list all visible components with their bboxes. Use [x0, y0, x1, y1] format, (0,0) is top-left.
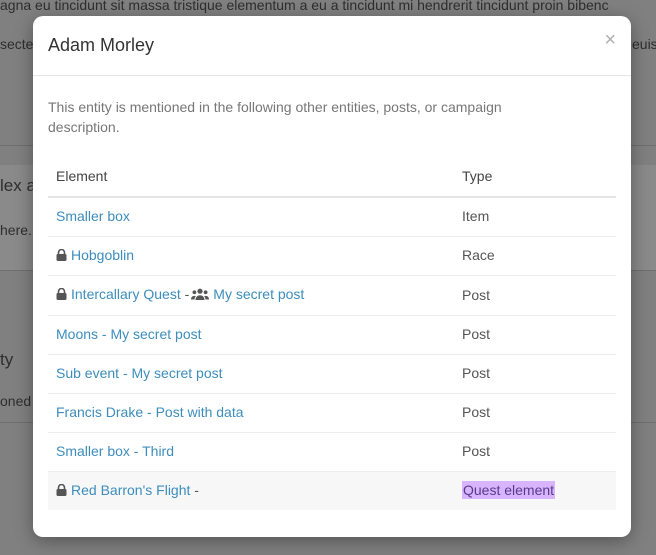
element-cell: Smaller box	[48, 197, 454, 236]
table-row: Hobgoblin Race	[48, 235, 616, 275]
background-text-line: agna eu tincidunt sit massa tristique el…	[0, 0, 609, 13]
type-cell: Race	[454, 235, 616, 275]
lock-icon	[56, 287, 67, 303]
background-text-fragment: lex a	[0, 176, 36, 195]
element-cell: Red Barron's Flight -	[48, 470, 454, 510]
type-cell: Post	[454, 274, 616, 315]
element-cell: Hobgoblin	[48, 235, 454, 275]
type-cell: Quest element	[454, 470, 616, 510]
link-separator: -	[184, 285, 190, 302]
element-link[interactable]: Moons - My secret post	[56, 326, 202, 342]
table-row: Francis Drake - Post with data Post	[48, 392, 616, 432]
column-header-type: Type	[454, 157, 616, 198]
lock-icon	[56, 483, 67, 499]
element-cell: Moons - My secret post	[48, 314, 454, 354]
element-link[interactable]: Intercallary Quest	[71, 286, 181, 302]
type-label: Post	[462, 443, 491, 459]
lock-icon	[56, 248, 67, 264]
type-cell: Item	[454, 197, 616, 236]
type-label: Post	[462, 404, 491, 420]
table-row: Intercallary Quest - My secret post Post	[48, 274, 616, 315]
background-text-fragment: oned	[0, 393, 32, 409]
element-link[interactable]: Smaller box - Third	[56, 443, 174, 459]
type-cell: Post	[454, 431, 616, 471]
background-text-fragment: ty	[0, 350, 14, 369]
type-cell: Post	[454, 392, 616, 432]
link-separator: -	[194, 481, 199, 498]
type-label: Post	[462, 365, 491, 381]
element-link[interactable]: Hobgoblin	[71, 247, 134, 263]
background-text-fragment: euis	[632, 36, 656, 52]
column-header-element: Element	[48, 157, 454, 198]
type-label: Race	[462, 247, 495, 263]
background-text-fragment: here.	[0, 222, 32, 238]
close-button[interactable]: ×	[604, 30, 616, 50]
mentions-table: Element Type Smaller box Item Hobgoblin Rac…	[48, 157, 616, 510]
element-cell: Sub event - My secret post	[48, 353, 454, 393]
modal-header: Adam Morley ×	[33, 16, 631, 76]
post-link[interactable]: My secret post	[213, 286, 304, 302]
element-cell: Intercallary Quest - My secret post	[48, 274, 454, 315]
table-row: Red Barron's Flight - Quest element	[48, 470, 616, 510]
table-row: Smaller box Item	[48, 197, 616, 236]
background-text-fragment: secte	[0, 36, 34, 52]
modal-body: This entity is mentioned in the followin…	[33, 76, 631, 530]
modal-title: Adam Morley	[48, 35, 155, 55]
type-cell: Post	[454, 314, 616, 354]
table-row: Smaller box - Third Post	[48, 431, 616, 471]
table-row: Moons - My secret post Post	[48, 314, 616, 354]
table-body: Smaller box Item Hobgoblin Race Intercallary…	[48, 197, 616, 510]
type-label: Post	[462, 326, 491, 342]
type-label-highlighted: Quest element	[462, 481, 556, 500]
element-cell: Francis Drake - Post with data	[48, 392, 454, 432]
type-label: Post	[462, 286, 491, 303]
element-cell: Smaller box - Third	[48, 431, 454, 471]
element-link[interactable]: Red Barron's Flight	[71, 482, 190, 498]
mentions-modal: Adam Morley × This entity is mentioned i…	[33, 16, 631, 537]
element-link[interactable]: Francis Drake - Post with data	[56, 404, 244, 420]
users-icon	[191, 288, 210, 304]
type-label: Item	[462, 208, 490, 225]
element-link[interactable]: Smaller box	[56, 208, 130, 224]
table-header-row: Element Type	[48, 157, 616, 198]
table-row: Sub event - My secret post Post	[48, 353, 616, 393]
element-link[interactable]: Sub event - My secret post	[56, 365, 223, 381]
type-cell: Post	[454, 353, 616, 393]
modal-intro-text: This entity is mentioned in the followin…	[48, 99, 502, 135]
